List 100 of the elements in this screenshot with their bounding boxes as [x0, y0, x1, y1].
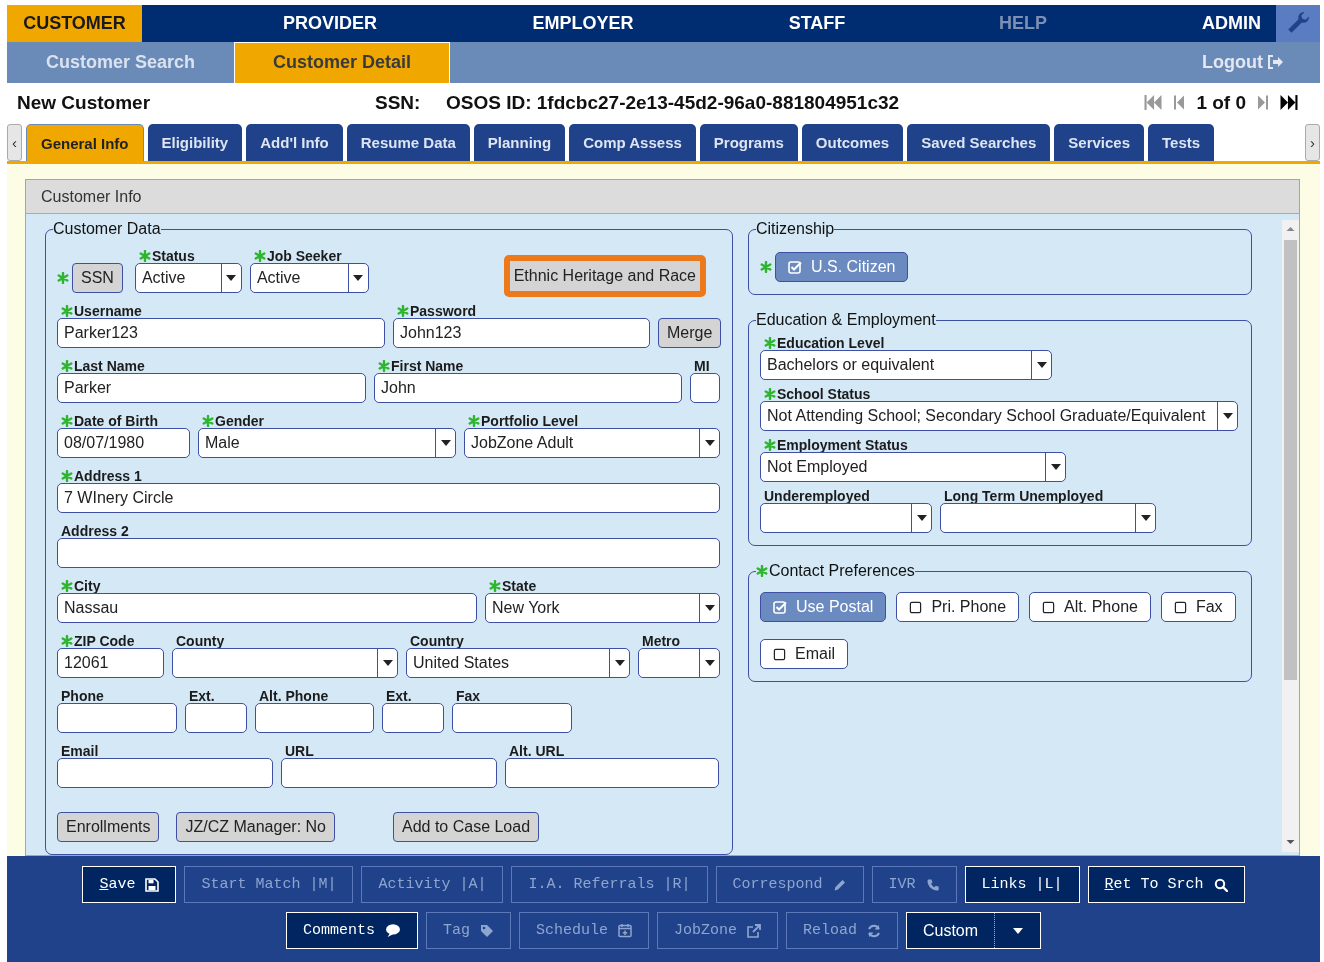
text-field[interactable]: John — [374, 373, 682, 404]
toolbar-button[interactable]: Links |L| — [964, 866, 1080, 904]
tab[interactable]: Comp Assess — [569, 124, 696, 162]
form-button[interactable]: JZ/CZ Manager: No — [176, 812, 335, 843]
text-field[interactable] — [255, 703, 374, 734]
section-title: Contact Preferences — [769, 562, 915, 581]
text-field[interactable]: John123 — [393, 318, 650, 349]
text-field[interactable]: 7 WInery Circle — [57, 483, 720, 514]
last-page-icon[interactable] — [1280, 94, 1298, 112]
split-button[interactable]: Custom — [905, 912, 1042, 950]
text-field[interactable] — [505, 758, 719, 789]
sub-tab[interactable]: Customer Detail — [234, 41, 450, 84]
tab[interactable]: Programs — [699, 124, 798, 162]
field-label: Ext. — [386, 687, 412, 704]
text-field[interactable] — [452, 703, 572, 734]
field-label: Username — [74, 302, 142, 319]
nav-tab[interactable]: CUSTOMER — [7, 5, 142, 42]
external-link-icon — [746, 923, 761, 938]
text-field[interactable] — [185, 703, 247, 734]
dropdown[interactable]: Active — [134, 263, 242, 294]
field-label: City — [74, 577, 101, 594]
text-field[interactable] — [281, 758, 497, 789]
toggle-button[interactable]: Fax — [1160, 592, 1236, 623]
tab[interactable]: Planning — [473, 124, 566, 162]
caret-icon — [1050, 464, 1061, 471]
tab[interactable]: Resume Data — [346, 124, 470, 162]
section-title: Customer Data — [53, 220, 161, 239]
tab[interactable]: Services — [1054, 124, 1145, 162]
caret-icon — [1140, 515, 1151, 522]
text-field[interactable]: Parker — [57, 373, 366, 404]
text-field[interactable]: Parker123 — [57, 318, 385, 349]
nav-tab[interactable]: PROVIDER — [142, 5, 518, 42]
dropdown[interactable]: JobZone Adult — [464, 428, 720, 459]
previous-page-icon[interactable] — [1174, 94, 1185, 112]
field-label: Portfolio Level — [481, 412, 579, 429]
caret-icon — [226, 275, 237, 282]
caret-icon — [614, 660, 625, 667]
tab[interactable]: General Info — [26, 124, 144, 162]
dropdown[interactable]: New York — [485, 593, 720, 624]
text-field[interactable] — [57, 538, 720, 569]
toggle-button[interactable]: Alt. Phone — [1029, 592, 1151, 623]
form-button[interactable]: Enrollments — [57, 812, 160, 843]
ssn-label: SSN: — [375, 91, 422, 114]
field-label: Employment Status — [777, 436, 908, 453]
toolbar-button[interactable]: Ret To Srch — [1087, 866, 1245, 904]
tab[interactable]: Eligibility — [147, 124, 243, 162]
toggle-button[interactable]: Email — [760, 639, 848, 670]
dropdown[interactable]: United States — [406, 648, 630, 679]
dropdown[interactable]: Male — [198, 428, 456, 459]
dropdown[interactable] — [638, 648, 720, 679]
form-button[interactable]: SSN — [72, 263, 123, 294]
caret-icon — [440, 440, 451, 447]
toolbar-button[interactable]: Comments — [285, 912, 418, 950]
dropdown[interactable] — [172, 648, 398, 679]
text-field[interactable]: 12061 — [57, 648, 164, 679]
caret-icon — [704, 605, 715, 612]
tab[interactable]: Outcomes — [801, 124, 904, 162]
field-label: Metro — [642, 632, 681, 649]
dropdown[interactable]: Not Employed — [760, 452, 1066, 483]
field-label: Date of Birth — [74, 412, 158, 429]
field-label: Long Term Unemployed — [944, 487, 1104, 504]
scrollbar[interactable] — [1282, 220, 1299, 853]
pencil-icon — [832, 877, 847, 892]
field-label: Alt. Phone — [259, 687, 329, 704]
dropdown[interactable] — [760, 503, 932, 534]
nav-tab[interactable]: EMPLOYER — [518, 5, 648, 42]
checkbox-icon — [909, 600, 923, 614]
first-page-icon[interactable] — [1144, 94, 1163, 112]
text-field[interactable] — [690, 373, 720, 404]
toggle-button[interactable]: Pri. Phone — [896, 592, 1020, 623]
field-label: Alt. URL — [509, 742, 565, 759]
form-button[interactable]: Add to Case Load — [392, 812, 540, 843]
form-button[interactable]: Merge — [658, 318, 722, 349]
field-label: Status — [151, 247, 195, 264]
tab[interactable]: Saved Searches — [907, 124, 1051, 162]
next-page-icon[interactable] — [1258, 94, 1268, 112]
nav-tab[interactable]: STAFF — [648, 5, 986, 42]
scroll-left-button[interactable]: ‹ — [7, 124, 22, 162]
tab[interactable]: Tests — [1148, 124, 1215, 162]
field-label: Email — [61, 742, 99, 759]
dropdown[interactable]: Not Attending School; Secondary School Graduate/Equivalent — [760, 401, 1238, 432]
dropdown[interactable]: Bachelors or equivalent — [760, 350, 1052, 381]
toolbar-button[interactable]: Save — [82, 866, 177, 904]
checked-box-icon — [773, 600, 787, 615]
dropdown[interactable]: Active — [249, 263, 369, 294]
field-label: MI — [694, 357, 710, 374]
form-button[interactable]: Ethnic Heritage and Race — [503, 255, 706, 298]
text-field[interactable] — [382, 703, 444, 734]
text-field[interactable] — [57, 703, 177, 734]
text-field[interactable]: 08/07/1980 — [57, 428, 190, 459]
dropdown[interactable] — [940, 503, 1156, 534]
checkbox-icon — [773, 647, 786, 661]
nav-tab[interactable]: ADMIN — [1060, 5, 1276, 42]
text-field[interactable]: Nassau — [57, 593, 477, 624]
checkbox-icon — [1173, 600, 1187, 614]
tab[interactable]: Add'l Info — [246, 124, 343, 162]
scroll-right-button[interactable]: › — [1305, 124, 1320, 162]
field-label: Last Name — [74, 357, 145, 374]
text-field[interactable] — [57, 758, 273, 789]
field-label: Underemployed — [764, 487, 870, 504]
